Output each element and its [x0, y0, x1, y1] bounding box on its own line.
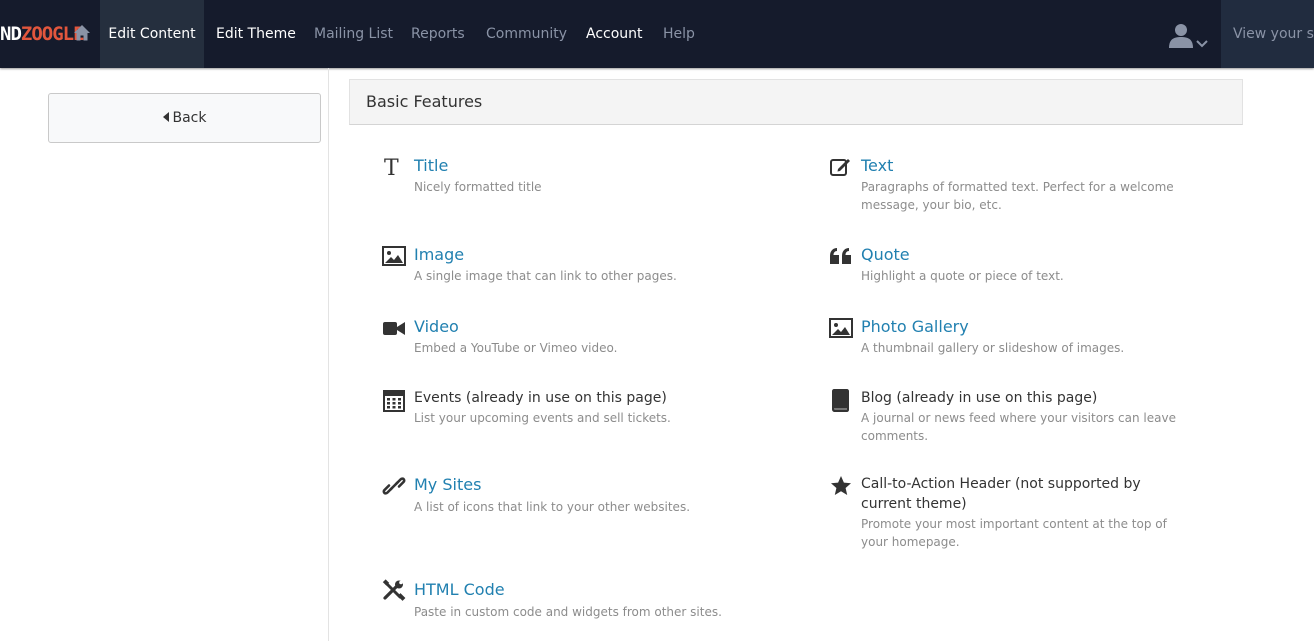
feature-call-to-action-label: Call-to-Action Header (not supported by … [861, 476, 1141, 512]
caret-left-icon [162, 112, 169, 122]
brand-logo[interactable]: NDZOOGLE [0, 0, 85, 68]
feature-quote-label[interactable]: Quote [861, 244, 910, 266]
nav-help[interactable]: Help [663, 0, 695, 68]
panel-title: Basic Features [366, 92, 483, 111]
feature-title-label[interactable]: Title [414, 155, 448, 177]
view-site-link[interactable]: View your site [1221, 0, 1314, 68]
quote-icon [829, 244, 853, 268]
feature-blog-desc: A journal or news feed where your visito… [861, 411, 1176, 443]
feature-image-desc: A single image that can link to other pa… [414, 269, 677, 283]
feature-html-code-label[interactable]: HTML Code [414, 579, 505, 601]
nav-edit-content[interactable]: Edit Content [100, 0, 204, 68]
sidebar-divider [328, 68, 329, 641]
nav-reports[interactable]: Reports [411, 0, 465, 68]
nav-community[interactable]: Community [486, 0, 567, 68]
book-icon [829, 388, 853, 412]
back-button[interactable]: Back [48, 93, 321, 143]
top-navbar: NDZOOGLE Edit Content Edit Theme Mailing… [0, 0, 1314, 68]
back-button-label: Back [172, 110, 207, 126]
nav-edit-theme[interactable]: Edit Theme [216, 0, 296, 68]
feature-blog-label: Blog (already in use on this page) [861, 390, 1098, 406]
home-icon[interactable] [73, 24, 91, 42]
link-icon [382, 474, 406, 498]
feature-my-sites-label[interactable]: My Sites [414, 474, 481, 496]
svg-text:T: T [384, 156, 399, 179]
feature-my-sites-desc: A list of icons that link to your other … [414, 500, 691, 514]
brand-logo-part1: ND [0, 23, 22, 45]
feature-video-desc: Embed a YouTube or Vimeo video. [414, 341, 618, 355]
title-icon: T [382, 155, 406, 179]
tools-icon [382, 579, 406, 603]
feature-image-label[interactable]: Image [414, 244, 464, 266]
feature-html-code-desc: Paste in custom code and widgets from ot… [414, 605, 722, 619]
user-avatar-icon[interactable] [1168, 22, 1194, 48]
text-edit-icon [829, 155, 853, 179]
feature-video-label[interactable]: Video [414, 316, 459, 338]
video-icon [382, 316, 406, 340]
photo-gallery-icon [829, 316, 853, 340]
feature-events-desc: List your upcoming events and sell ticke… [414, 411, 671, 425]
panel-header: Basic Features [349, 79, 1243, 125]
image-icon [382, 244, 406, 268]
feature-text-desc: Paragraphs of formatted text. Perfect fo… [861, 180, 1174, 212]
feature-photo-gallery-desc: A thumbnail gallery or slideshow of imag… [861, 341, 1125, 355]
calendar-icon [382, 388, 406, 412]
nav-account[interactable]: Account [586, 0, 643, 68]
feature-photo-gallery-label[interactable]: Photo Gallery [861, 316, 969, 338]
feature-title-desc: Nicely formatted title [414, 180, 542, 194]
feature-events-label: Events (already in use on this page) [414, 390, 667, 406]
feature-quote-desc: Highlight a quote or piece of text. [861, 269, 1064, 283]
feature-call-to-action-desc: Promote your most important content at t… [861, 517, 1167, 549]
feature-text-label[interactable]: Text [861, 155, 893, 177]
nav-mailing-list[interactable]: Mailing List [314, 0, 393, 68]
star-icon [829, 474, 853, 498]
chevron-down-icon[interactable] [1196, 33, 1208, 48]
